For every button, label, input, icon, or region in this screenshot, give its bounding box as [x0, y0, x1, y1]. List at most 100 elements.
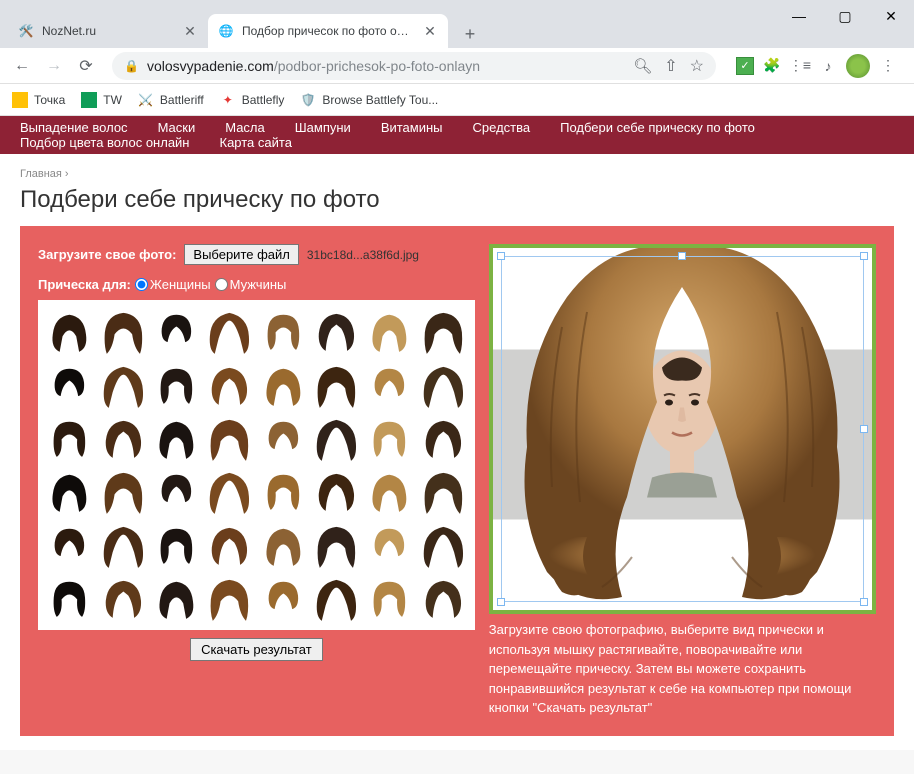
- bookmark-battlefly[interactable]: ✦Battlefly: [220, 92, 285, 108]
- hairstyle-option[interactable]: [97, 306, 148, 357]
- forward-button[interactable]: →: [40, 52, 68, 80]
- hairstyle-option[interactable]: [257, 413, 308, 464]
- site-navigation: Выпадение волос Маски Масла Шампуни Витамины…: [0, 116, 914, 154]
- choose-file-button[interactable]: Выберите файл: [184, 244, 298, 265]
- filename-text: 31bc18d...a38f6d.jpg: [307, 248, 419, 262]
- hairstyle-option[interactable]: [311, 466, 362, 517]
- window-maximize[interactable]: ▢: [822, 0, 868, 32]
- hairstyle-option[interactable]: [364, 359, 415, 410]
- gender-label: Прическа для:: [38, 277, 131, 292]
- hairstyle-option[interactable]: [97, 413, 148, 464]
- hairstyle-option[interactable]: [44, 413, 95, 464]
- hairstyle-option[interactable]: [44, 519, 95, 570]
- hairstyle-option[interactable]: [364, 573, 415, 624]
- nav-link[interactable]: Средства: [473, 120, 531, 135]
- hairstyle-option[interactable]: [97, 519, 148, 570]
- hairstyle-option[interactable]: [364, 413, 415, 464]
- hairstyle-tool: Загрузите свое фото: Выберите файл 31bc1…: [20, 226, 894, 736]
- hairstyle-option[interactable]: [151, 466, 202, 517]
- url-text: volosvypadenie.com/podbor-prichesok-po-f…: [147, 58, 480, 74]
- hairstyle-option[interactable]: [44, 306, 95, 357]
- extension-music-icon[interactable]: ♪: [818, 56, 838, 76]
- hairstyle-grid[interactable]: [38, 300, 475, 630]
- hairstyle-option[interactable]: [257, 359, 308, 410]
- hairstyle-option[interactable]: [151, 519, 202, 570]
- hairstyle-option[interactable]: [97, 573, 148, 624]
- hairstyle-option[interactable]: [204, 306, 255, 357]
- hairstyle-option[interactable]: [44, 573, 95, 624]
- hairstyle-option[interactable]: [204, 519, 255, 570]
- tab-noznet[interactable]: 🛠️ NozNet.ru ✕: [8, 14, 208, 48]
- gender-male-option[interactable]: Мужчины: [215, 277, 287, 292]
- hairstyle-option[interactable]: [204, 413, 255, 464]
- hairstyle-option[interactable]: [204, 573, 255, 624]
- extension-adblock-icon[interactable]: ✓: [736, 57, 754, 75]
- hairstyle-option[interactable]: [257, 306, 308, 357]
- nav-link[interactable]: Подбор цвета волос онлайн: [20, 135, 190, 150]
- bookmark-battleriff[interactable]: ⚔️Battleriff: [138, 92, 204, 108]
- hairstyle-option[interactable]: [151, 573, 202, 624]
- nav-link[interactable]: Маски: [158, 120, 196, 135]
- bookmark-tw[interactable]: TW: [81, 92, 122, 108]
- bookmark-battlefy[interactable]: 🛡️Browse Battlefy Tou...: [300, 92, 438, 108]
- bookmarks-bar: Точка TW ⚔️Battleriff ✦Battlefly 🛡️Brows…: [0, 84, 914, 116]
- hairstyle-option[interactable]: [311, 573, 362, 624]
- hairstyle-option[interactable]: [311, 306, 362, 357]
- hairstyle-option[interactable]: [311, 519, 362, 570]
- tab-title: Подбор причесок по фото онла: [242, 24, 414, 38]
- nav-link[interactable]: Выпадение волос: [20, 120, 128, 135]
- hairstyle-option[interactable]: [311, 359, 362, 410]
- hairstyle-option[interactable]: [151, 306, 202, 357]
- download-result-button[interactable]: Скачать результат: [190, 638, 323, 661]
- extension-list-icon[interactable]: ⋮≡: [790, 56, 810, 76]
- hairstyle-option[interactable]: [204, 466, 255, 517]
- bookmark-tochka[interactable]: Точка: [12, 92, 65, 108]
- nav-link[interactable]: Витамины: [381, 120, 443, 135]
- breadcrumb[interactable]: Главная ›: [20, 168, 894, 180]
- hairstyle-option[interactable]: [44, 466, 95, 517]
- profile-avatar[interactable]: [846, 54, 870, 78]
- tab-hairstyle[interactable]: 🌐 Подбор причесок по фото онла ✕: [208, 14, 448, 48]
- window-minimize[interactable]: —: [776, 0, 822, 32]
- preview-canvas[interactable]: [489, 244, 876, 614]
- hairstyle-option[interactable]: [417, 413, 468, 464]
- hairstyle-option[interactable]: [364, 466, 415, 517]
- hairstyle-option[interactable]: [417, 359, 468, 410]
- address-bar[interactable]: 🔒 volosvypadenie.com/podbor-prichesok-po…: [112, 52, 716, 80]
- instructions-text: Загрузите свою фотографию, выберите вид …: [489, 620, 876, 718]
- bookmark-icon[interactable]: ☆: [690, 56, 704, 76]
- close-icon[interactable]: ✕: [422, 23, 438, 39]
- search-icon[interactable]: 🔍︎: [633, 57, 652, 75]
- share-icon[interactable]: ⇧: [664, 56, 677, 76]
- menu-icon[interactable]: ⋮: [878, 56, 898, 76]
- page-content: Выпадение волос Маски Масла Шампуни Витамины…: [0, 116, 914, 774]
- hairstyle-option[interactable]: [364, 306, 415, 357]
- hairstyle-option[interactable]: [417, 519, 468, 570]
- new-tab-button[interactable]: +: [456, 20, 484, 48]
- hairstyle-option[interactable]: [417, 306, 468, 357]
- back-button[interactable]: ←: [8, 52, 36, 80]
- hairstyle-option[interactable]: [97, 466, 148, 517]
- hairstyle-option[interactable]: [151, 359, 202, 410]
- hairstyle-option[interactable]: [44, 359, 95, 410]
- gender-female-option[interactable]: Женщины: [135, 277, 211, 292]
- hairstyle-option[interactable]: [257, 466, 308, 517]
- nav-link[interactable]: Масла: [225, 120, 265, 135]
- nav-link[interactable]: Шампуни: [295, 120, 351, 135]
- reload-button[interactable]: ⟳: [72, 52, 100, 80]
- hairstyle-option[interactable]: [417, 466, 468, 517]
- window-close[interactable]: ✕: [868, 0, 914, 32]
- wrench-icon: 🛠️: [18, 23, 34, 39]
- close-icon[interactable]: ✕: [182, 23, 198, 39]
- hairstyle-option[interactable]: [417, 573, 468, 624]
- extension-puzzle-icon[interactable]: 🧩: [762, 56, 782, 76]
- hairstyle-option[interactable]: [97, 359, 148, 410]
- hairstyle-option[interactable]: [151, 413, 202, 464]
- hairstyle-option[interactable]: [364, 519, 415, 570]
- hairstyle-option[interactable]: [204, 359, 255, 410]
- hairstyle-option[interactable]: [257, 519, 308, 570]
- nav-link[interactable]: Подбери себе прическу по фото: [560, 120, 755, 135]
- nav-link[interactable]: Карта сайта: [220, 135, 292, 150]
- hairstyle-option[interactable]: [311, 413, 362, 464]
- hairstyle-option[interactable]: [257, 573, 308, 624]
